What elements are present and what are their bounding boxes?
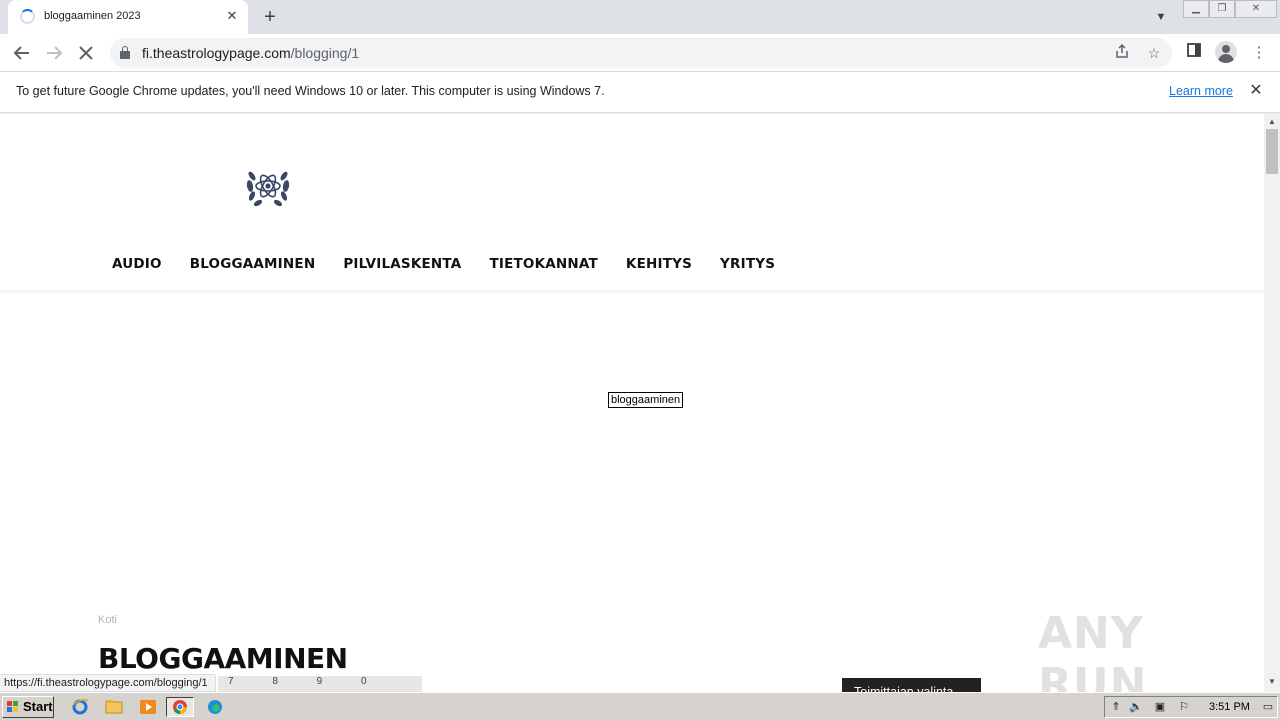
address-bar[interactable]: fi.theastrologypage.com/blogging/1 ☆ [110,38,1172,68]
lock-icon[interactable] [120,46,130,59]
new-tab-button[interactable]: + [259,6,281,28]
browser-tab[interactable]: bloggaaminen 2023 ✕ [8,0,248,34]
side-panel-icon[interactable] [1183,42,1205,64]
learn-more-link[interactable]: Learn more [1169,84,1233,98]
tab-title: bloggaaminen 2023 [44,10,141,22]
share-icon[interactable] [1112,43,1132,63]
start-button[interactable]: Start [2,696,54,718]
network-icon[interactable]: ▣ [1153,700,1167,714]
main-nav: AUDIO BLOGGAAMINEN PILVILASKENTA TIETOKA… [112,256,803,272]
editors-pick-badge: Toimittajan valinta [842,678,981,692]
windows-flag-icon [7,701,19,713]
nav-item-yritys[interactable]: YRITYS [720,256,775,272]
browser-toolbar: fi.theastrologypage.com/blogging/1 ☆ ⋮ [0,34,1280,72]
action-center-flag-icon[interactable]: ⚐ [1177,700,1191,714]
media-player-icon[interactable] [137,697,159,717]
volume-icon[interactable]: 🔈 [1129,700,1143,714]
scroll-down-arrow-icon[interactable]: ▼ [1268,677,1276,686]
breadcrumb-home-link[interactable]: Koti [98,614,117,626]
back-arrow-icon[interactable] [10,41,34,65]
windows-taskbar: Start ⇑ 🔈 ▣ ⚐ 3:51 PM ▭ [0,692,1280,720]
taskbar-clock[interactable]: 3:51 PM [1209,701,1250,713]
show-desktop-icon[interactable]: ▭ [1261,700,1275,714]
menu-kebab-icon[interactable]: ⋮ [1248,42,1270,64]
nav-item-pilvilaskenta[interactable]: PILVILASKENTA [343,256,461,272]
nav-item-bloggaaminen[interactable]: BLOGGAAMINEN [190,256,316,272]
chrome-taskbar-icon[interactable] [166,697,194,717]
update-infobar: To get future Google Chrome updates, you… [0,72,1280,113]
nav-item-audio[interactable]: AUDIO [112,256,162,272]
tab-strip: bloggaaminen 2023 ✕ + ▼ ▁ ❐ ✕ [0,0,1280,34]
window-close-button[interactable]: ✕ [1235,0,1277,18]
profile-avatar-icon[interactable] [1215,41,1237,63]
show-hidden-icons-icon[interactable]: ⇑ [1109,700,1123,714]
anyrun-watermark: ANY RUN [1038,608,1148,692]
scroll-up-arrow-icon[interactable]: ▲ [1268,117,1276,126]
link-status-bubble: https://fi.theastrologypage.com/blogging… [0,674,216,692]
nav-item-kehitys[interactable]: KEHITYS [626,256,692,272]
nav-item-tietokannat[interactable]: TIETOKANNAT [489,256,597,272]
close-tab-icon[interactable]: ✕ [224,8,240,24]
loading-spinner-icon [20,9,35,24]
broken-image-alt-text: bloggaaminen [608,392,684,408]
edge-icon[interactable] [204,697,226,717]
page-scrollbar[interactable]: ▲ ▼ [1264,114,1280,692]
internet-explorer-icon[interactable] [69,697,91,717]
bookmark-star-icon[interactable]: ☆ [1144,43,1164,63]
forward-arrow-icon[interactable] [42,41,66,65]
minimize-button[interactable]: ▁ [1183,0,1209,18]
url-text: fi.theastrologypage.com/blogging/1 [142,45,360,61]
system-tray: ⇑ 🔈 ▣ ⚐ 3:51 PM ▭ [1104,696,1278,718]
infobar-close-icon[interactable]: ✕ [1247,82,1265,100]
restore-button[interactable]: ❐ [1209,0,1235,18]
site-header: AUDIO BLOGGAAMINEN PILVILASKENTA TIETOKA… [0,114,1264,290]
stop-loading-icon[interactable] [74,41,98,65]
scrollbar-thumb[interactable] [1266,129,1278,174]
page-viewport: AUDIO BLOGGAAMINEN PILVILASKENTA TIETOKA… [0,114,1264,692]
window-controls: ▁ ❐ ✕ [1183,0,1277,18]
tab-search-chevron-icon[interactable]: ▼ [1152,8,1170,26]
infobar-message: To get future Google Chrome updates, you… [16,84,605,98]
site-logo-icon[interactable] [243,164,293,208]
page-title: BLOGGAAMINEN [98,642,348,675]
file-explorer-icon[interactable] [103,697,125,717]
article-thumbnail[interactable]: 7 8 9 0 [218,676,422,692]
